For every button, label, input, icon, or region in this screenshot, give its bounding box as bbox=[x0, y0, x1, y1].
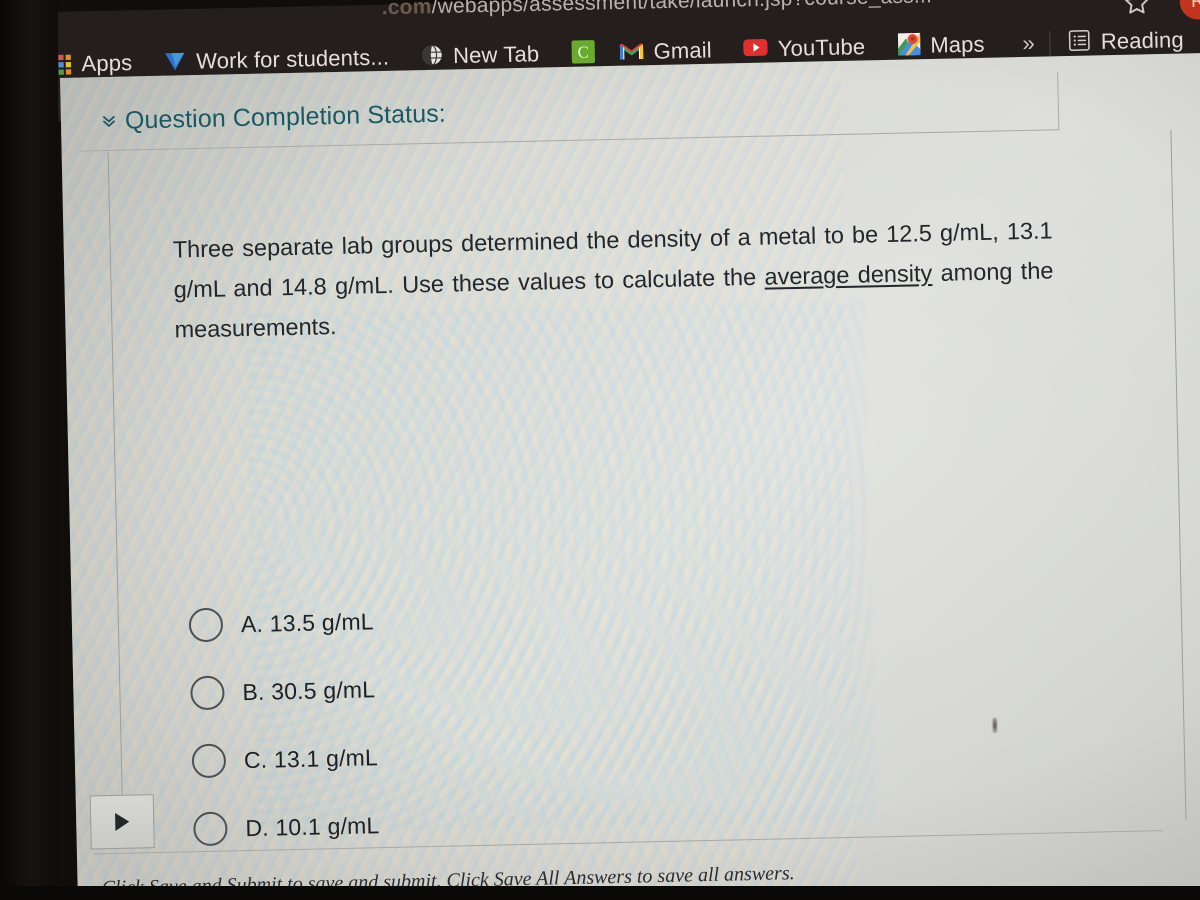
radio-button[interactable] bbox=[190, 675, 225, 711]
bookmark-youtube[interactable]: YouTube bbox=[743, 35, 866, 63]
web-page-content: Question Completion Status: Three separa… bbox=[60, 52, 1200, 900]
gmail-icon bbox=[619, 41, 645, 66]
reading-list-icon bbox=[1067, 28, 1092, 58]
bookmark-green-c[interactable]: C bbox=[570, 38, 596, 69]
answer-option-label: A. 13.5 g/mL bbox=[240, 607, 375, 637]
blue-chevron-icon bbox=[163, 48, 187, 77]
url-path: /webapps/assessment/take/launch.jsp?cour… bbox=[431, 0, 933, 19]
question-panel: Three separate lab groups determined the… bbox=[107, 129, 1187, 847]
answer-option-label: C. 13.1 g/mL bbox=[243, 743, 379, 773]
radio-button[interactable] bbox=[188, 607, 224, 643]
svg-text:C: C bbox=[577, 42, 589, 61]
star-icon[interactable] bbox=[1123, 0, 1151, 16]
bookmark-label: Apps bbox=[81, 51, 133, 77]
play-triangle-icon bbox=[115, 812, 130, 831]
bookmark-label: New Tab bbox=[452, 42, 540, 69]
screen-bezel-left bbox=[0, 0, 58, 900]
youtube-icon bbox=[743, 38, 769, 62]
radio-button[interactable] bbox=[191, 743, 227, 779]
radio-button[interactable] bbox=[193, 811, 228, 847]
bookmark-maps[interactable]: Maps bbox=[896, 30, 985, 61]
cursor-artifact bbox=[992, 717, 998, 733]
answer-option-d[interactable]: D. 10.1 g/mL bbox=[193, 782, 794, 863]
answer-option-c[interactable]: C. 13.1 g/mL bbox=[191, 714, 792, 795]
answer-options: A. 13.5 g/mL B. 30.5 g/mL C. 13.1 g/mL D… bbox=[188, 578, 794, 863]
photographed-screen: .com/webapps/assessment/take/launch.jsp?… bbox=[0, 0, 1200, 900]
answer-option-b[interactable]: B. 30.5 g/mL bbox=[190, 646, 791, 727]
page-title: Question Completion Status: bbox=[124, 99, 447, 135]
screen-bezel-bottom bbox=[0, 886, 1200, 900]
bookmark-label: Maps bbox=[930, 32, 985, 58]
bookmark-apps[interactable]: Apps bbox=[50, 51, 133, 78]
answer-option-a[interactable]: A. 13.5 g/mL bbox=[188, 578, 789, 659]
question-emphasis: average density bbox=[764, 260, 933, 290]
bookmark-label: YouTube bbox=[777, 35, 866, 62]
chevron-down-icon[interactable] bbox=[101, 113, 117, 132]
bookmark-label: Gmail bbox=[653, 38, 712, 64]
bookmarks-overflow-button[interactable]: » bbox=[1022, 31, 1035, 56]
answer-option-label: B. 30.5 g/mL bbox=[242, 675, 376, 705]
bookmark-gmail[interactable]: Gmail bbox=[619, 39, 712, 66]
bookmark-label: Reading bbox=[1100, 28, 1184, 55]
green-c-icon: C bbox=[570, 38, 596, 69]
toolbar-divider bbox=[1049, 31, 1051, 57]
url-domain: .com bbox=[381, 0, 432, 20]
google-maps-icon bbox=[896, 32, 921, 62]
question-text: Three separate lab groups determined the… bbox=[172, 210, 1054, 349]
address-bar-url[interactable]: .com/webapps/assessment/take/launch.jsp?… bbox=[381, 0, 932, 21]
panel-expand-button[interactable] bbox=[89, 794, 155, 850]
answer-option-label: D. 10.1 g/mL bbox=[245, 811, 380, 841]
globe-icon bbox=[420, 43, 444, 72]
